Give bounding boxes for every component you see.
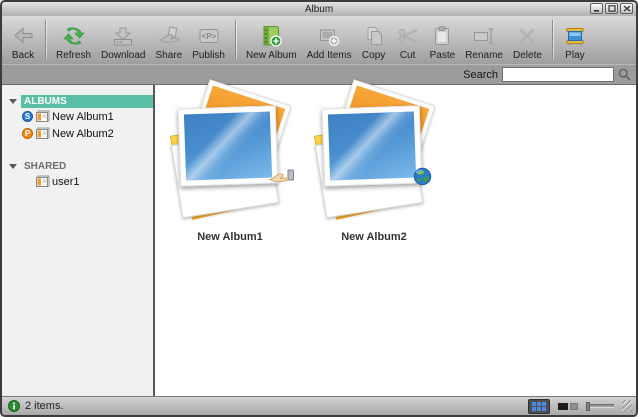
toolbar-separator bbox=[235, 20, 236, 59]
album-icon bbox=[35, 127, 50, 140]
album-icon bbox=[35, 175, 50, 188]
album-title: New Album2 bbox=[315, 231, 433, 243]
cut-button[interactable]: Cut bbox=[391, 17, 425, 62]
minimize-icon bbox=[593, 5, 601, 12]
collapse-arrow-icon[interactable] bbox=[9, 99, 17, 104]
toolbar-separator bbox=[552, 20, 553, 59]
sidebar-item-user1[interactable]: user1 bbox=[2, 173, 153, 190]
rename-button[interactable]: Rename bbox=[460, 17, 508, 62]
section-label-shared: SHARED bbox=[21, 160, 69, 173]
published-badge-icon: P bbox=[22, 128, 33, 139]
item-count: 2 items. bbox=[25, 400, 64, 412]
zoom-slider[interactable] bbox=[586, 402, 614, 411]
section-label-albums: ALBUMS bbox=[21, 95, 153, 108]
maximize-icon bbox=[608, 5, 616, 12]
maximize-button[interactable] bbox=[605, 3, 618, 14]
refresh-button[interactable]: Refresh bbox=[51, 17, 96, 62]
shared-hand-badge-icon bbox=[268, 167, 296, 190]
rename-icon bbox=[472, 23, 496, 49]
thumbnail-view-button[interactable] bbox=[528, 399, 550, 414]
back-button[interactable]: Back bbox=[6, 17, 40, 62]
search-label: Search bbox=[463, 69, 498, 81]
refresh-icon bbox=[62, 23, 86, 49]
published-globe-badge-icon bbox=[413, 167, 432, 191]
photo-stack-icon bbox=[174, 93, 286, 223]
publish-button[interactable]: <P> Publish bbox=[187, 17, 230, 62]
delete-icon bbox=[515, 23, 539, 49]
album-grid: New Album1 bbox=[155, 85, 636, 396]
search-bar: Search bbox=[2, 64, 636, 85]
sidebar-item-label: New Album1 bbox=[52, 111, 114, 123]
publish-icon: <P> bbox=[197, 23, 221, 49]
download-icon bbox=[111, 23, 135, 49]
add-items-button[interactable]: Add Items bbox=[302, 17, 357, 62]
shared-badge-icon: S bbox=[22, 111, 33, 122]
play-icon bbox=[563, 23, 587, 49]
photo-stack-icon bbox=[318, 93, 430, 223]
status-bar: 2 items. bbox=[2, 396, 636, 415]
toolbar-separator bbox=[45, 20, 46, 59]
album-icon bbox=[35, 110, 50, 123]
share-button[interactable]: Share bbox=[151, 17, 188, 62]
album-title: New Album1 bbox=[171, 231, 289, 243]
paste-button[interactable]: Paste bbox=[425, 17, 461, 62]
svg-text:<P>: <P> bbox=[201, 32, 216, 41]
window-title: Album bbox=[305, 4, 333, 15]
status-right-controls bbox=[528, 399, 632, 414]
search-input[interactable] bbox=[502, 67, 614, 82]
back-icon bbox=[11, 23, 35, 49]
play-button[interactable]: Play bbox=[558, 17, 592, 62]
album-tile-new-album2[interactable]: New Album2 bbox=[315, 93, 433, 245]
info-icon bbox=[8, 400, 20, 412]
copy-icon bbox=[362, 23, 386, 49]
minimize-button[interactable] bbox=[590, 3, 603, 14]
delete-button[interactable]: Delete bbox=[508, 17, 547, 62]
toolbar: Back Refresh Download bbox=[2, 16, 636, 64]
download-button[interactable]: Download bbox=[96, 17, 150, 62]
close-icon bbox=[623, 5, 631, 12]
sidebar-item-new-album2[interactable]: P New Album2 bbox=[2, 125, 153, 142]
sidebar-section-albums[interactable]: ALBUMS bbox=[2, 94, 153, 108]
sidebar-item-label: user1 bbox=[52, 176, 80, 188]
album-window: Album Back bbox=[0, 0, 638, 417]
sidebar-item-new-album1[interactable]: S New Album1 bbox=[2, 108, 153, 125]
collapse-arrow-icon[interactable] bbox=[9, 164, 17, 169]
resize-grip[interactable] bbox=[622, 400, 632, 412]
add-items-icon bbox=[317, 23, 341, 49]
paste-icon bbox=[430, 23, 454, 49]
new-album-button[interactable]: New Album bbox=[241, 17, 302, 62]
new-album-icon bbox=[259, 23, 283, 49]
sidebar: ALBUMS S New Album1 P bbox=[2, 85, 155, 396]
sidebar-section-shared[interactable]: SHARED bbox=[2, 159, 153, 173]
sidebar-item-label: New Album2 bbox=[52, 128, 114, 140]
search-icon[interactable] bbox=[618, 68, 631, 81]
title-bar: Album bbox=[2, 2, 636, 16]
share-icon bbox=[157, 23, 181, 49]
copy-button[interactable]: Copy bbox=[357, 17, 391, 62]
album-tile-new-album1[interactable]: New Album1 bbox=[171, 93, 289, 245]
close-button[interactable] bbox=[620, 3, 633, 14]
window-controls bbox=[590, 3, 633, 14]
cut-icon bbox=[396, 23, 420, 49]
content-area: ALBUMS S New Album1 P bbox=[2, 85, 636, 396]
list-view-button[interactable] bbox=[558, 403, 578, 410]
